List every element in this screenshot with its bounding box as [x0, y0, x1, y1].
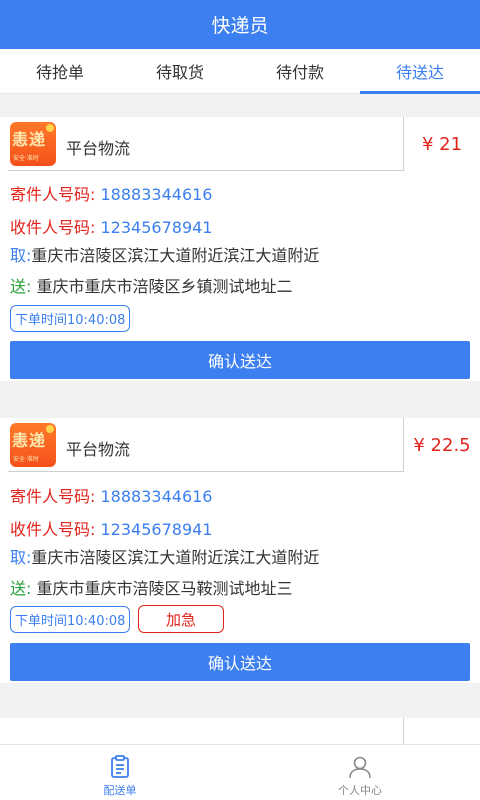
nav-personal-center[interactable]: 个人中心: [240, 745, 480, 800]
order-card: 恚递 安全·准时 平台物流 ¥ 22.5 寄件人号码: 18883344616 …: [0, 418, 480, 683]
order-card-header: 恚递 安全·准时 平台物流 ¥ 21: [0, 117, 480, 171]
deliver-address: 重庆市重庆市涪陵区乡镇测试地址二: [36, 277, 293, 296]
receiver-row: 收件人号码: 12345678941: [10, 516, 212, 540]
bottom-navigation: 配送单 个人中心: [0, 744, 480, 800]
order-time-badge: 下单时间10:40:08: [10, 606, 131, 633]
deliver-label: 送:: [10, 277, 32, 296]
deliver-label: 送:: [10, 579, 32, 598]
pickup-row: 取:重庆市涪陵区滨江大道附近滨江大道附近: [10, 242, 319, 266]
receiver-phone[interactable]: 12345678941: [101, 520, 213, 539]
sender-label: 寄件人号码:: [10, 185, 96, 204]
nav-delivery-orders[interactable]: 配送单: [0, 745, 240, 800]
person-icon: [349, 756, 371, 778]
divider: [8, 170, 404, 171]
tab-pending-delivery[interactable]: 待送达: [360, 49, 480, 94]
app-header: 快递员: [0, 0, 480, 49]
pickup-label: 取:: [10, 548, 32, 567]
tab-pending-pickup[interactable]: 待取货: [120, 49, 240, 93]
order-card-header: 恚递 安全·准时 平台物流 ¥ 22.5: [0, 418, 480, 472]
platform-name: 平台物流: [66, 139, 131, 158]
page-title: 快递员: [211, 15, 269, 37]
deliver-row: 送: 重庆市重庆市涪陵区乡镇测试地址二: [10, 273, 293, 297]
sender-phone[interactable]: 18883344616: [101, 487, 213, 506]
pickup-label: 取:: [10, 246, 32, 265]
tab-pending-grab[interactable]: 待抢单: [0, 49, 120, 93]
urgent-badge: 加急: [138, 605, 224, 633]
nav-label: 个人中心: [338, 783, 382, 797]
divider: [8, 471, 404, 472]
pickup-row: 取:重庆市涪陵区滨江大道附近滨江大道附近: [10, 544, 319, 568]
deliver-address: 重庆市重庆市涪陵区马鞍测试地址三: [36, 579, 293, 598]
order-price: ¥ 22.5: [413, 434, 471, 456]
clipboard-icon: [111, 754, 129, 778]
deliver-row: 送: 重庆市重庆市涪陵区马鞍测试地址三: [10, 575, 293, 599]
confirm-delivery-button[interactable]: 确认送达: [10, 341, 470, 379]
sender-row: 寄件人号码: 18883344616: [10, 181, 212, 205]
tab-pending-payment[interactable]: 待付款: [240, 49, 360, 93]
receiver-phone[interactable]: 12345678941: [101, 218, 213, 237]
logo-badge-icon: [46, 124, 54, 132]
pickup-address: 重庆市涪陵区滨江大道附近滨江大道附近: [31, 548, 320, 567]
platform-logo: 恚递 安全·准时: [10, 423, 56, 467]
nav-label: 配送单: [103, 783, 137, 797]
pickup-address: 重庆市涪陵区滨江大道附近滨江大道附近: [31, 246, 320, 265]
status-tabs: 待抢单 待取货 待付款 待送达: [0, 49, 480, 94]
sender-label: 寄件人号码:: [10, 487, 96, 506]
platform-name: 平台物流: [66, 440, 131, 459]
sender-phone[interactable]: 18883344616: [101, 185, 213, 204]
sender-row: 寄件人号码: 18883344616: [10, 483, 212, 507]
order-price: ¥ 21: [421, 133, 463, 155]
confirm-delivery-button[interactable]: 确认送达: [10, 643, 470, 681]
platform-logo: 恚递 安全·准时: [10, 122, 56, 166]
logo-badge-icon: [46, 425, 54, 433]
receiver-label: 收件人号码:: [10, 218, 96, 237]
receiver-row: 收件人号码: 12345678941: [10, 214, 212, 238]
order-card: 恚递 安全·准时 平台物流 ¥ 21 寄件人号码: 18883344616 收件…: [0, 117, 480, 381]
order-time-badge: 下单时间10:40:08: [10, 305, 131, 332]
receiver-label: 收件人号码:: [10, 520, 96, 539]
